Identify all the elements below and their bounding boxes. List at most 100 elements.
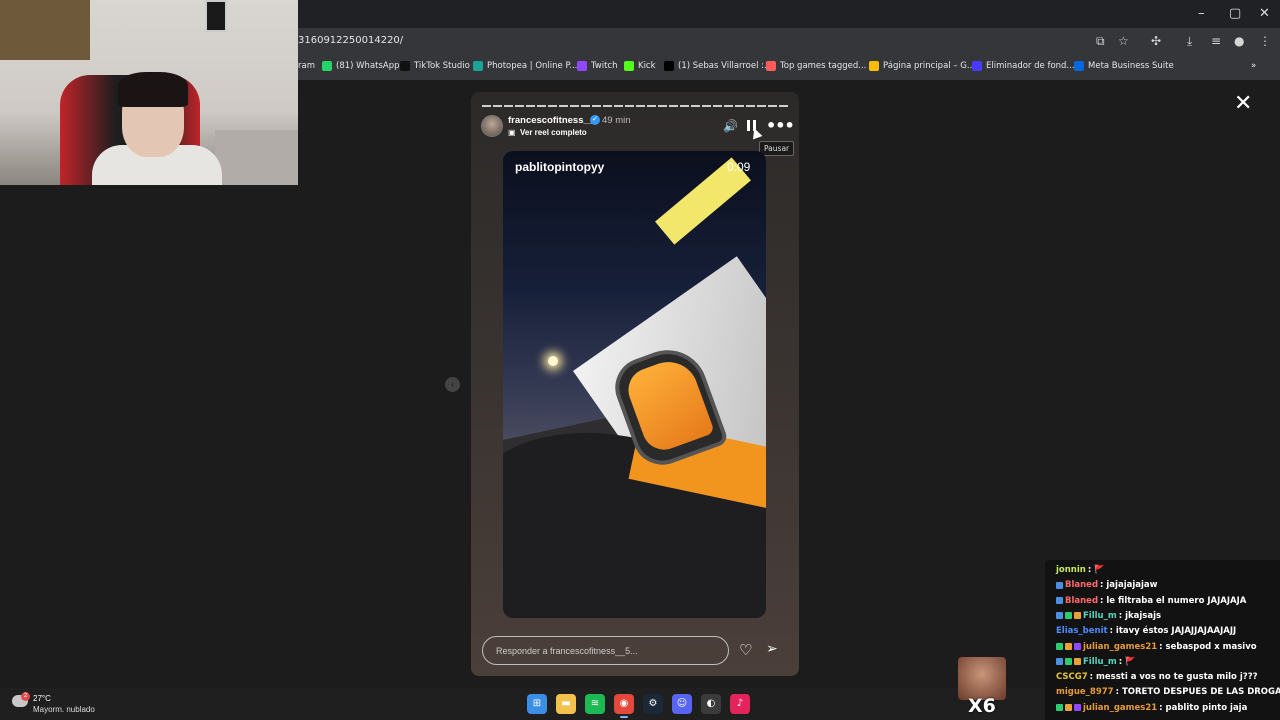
progress-segment — [504, 105, 513, 107]
view-full-reel-link[interactable]: Ver reel completo — [520, 128, 587, 137]
send-icon[interactable]: ➢ — [766, 641, 778, 657]
video-overlay-username: pablitopintopyy — [515, 160, 605, 174]
avatar[interactable] — [481, 115, 503, 137]
chrome-icon[interactable]: ◉ — [614, 694, 634, 718]
bookmark-item[interactable]: Kick — [624, 61, 656, 71]
bookmark-star-icon[interactable]: ☆ — [1118, 34, 1129, 48]
chat-message: Elias_benit: itavy éstos JAJAJJAJAAJAJJ — [1056, 626, 1236, 636]
progress-segment — [669, 105, 678, 107]
bookmark-item[interactable]: Eliminador de fond... — [972, 61, 1075, 71]
chat-text: : 🚩 — [1118, 656, 1136, 667]
more-options-icon[interactable]: ••• — [766, 116, 795, 135]
bookmark-item[interactable]: Meta Business Suite — [1074, 61, 1174, 71]
weather-condition: Mayorm. nublado — [33, 705, 95, 714]
close-window-button[interactable]: ✕ — [1259, 6, 1270, 21]
previous-story-button[interactable]: ‹ — [445, 377, 460, 392]
bookmark-label: Página principal – G... — [883, 61, 975, 71]
bookmark-item[interactable]: Photopea | Online P... — [473, 61, 577, 71]
story-video[interactable]: pablitopintopyy 0:09 — [503, 151, 766, 618]
progress-segment — [746, 105, 755, 107]
progress-segment — [757, 105, 766, 107]
progress-segment — [691, 105, 700, 107]
chat-message: CSCG7: messti a vos no te gusta milo j??… — [1056, 672, 1258, 682]
bookmark-favicon-icon — [322, 61, 332, 71]
webcam-shelf — [0, 0, 90, 60]
like-heart-icon[interactable]: ♡ — [739, 641, 752, 659]
chat-username: Fillu_m — [1083, 610, 1117, 621]
verified-badge-icon: ✓ — [590, 115, 600, 125]
bookmark-item[interactable]: ram — [298, 61, 315, 71]
chat-badge-icon — [1065, 612, 1072, 620]
progress-segment — [570, 105, 579, 107]
extensions-icon[interactable]: ✣ — [1151, 34, 1161, 48]
progress-segment — [713, 105, 722, 107]
bookmark-item[interactable]: Top games tagged... — [766, 61, 866, 71]
close-story-icon[interactable]: ✕ — [1234, 92, 1252, 116]
progress-segment — [680, 105, 689, 107]
bookmark-item[interactable]: Twitch — [577, 61, 618, 71]
volume-icon[interactable]: 🔊 — [723, 119, 738, 133]
chat-message: Blaned: le filtraba el numero JAJAJAJA — [1056, 596, 1246, 606]
chat-message: julian_games21: sebaspod x masivo — [1056, 642, 1257, 652]
chat-username: Elias_benit — [1056, 626, 1108, 637]
chat-badge-icon — [1074, 612, 1081, 620]
bookmark-item[interactable]: TikTok Studio — [400, 61, 470, 71]
bookmark-label: (1) Sebas Villarroel :... — [678, 61, 773, 71]
chat-badge-icon — [1065, 704, 1072, 712]
chat-message: jonnin: 🚩 — [1056, 565, 1105, 575]
tiktok-icon[interactable]: ♪ — [730, 694, 750, 714]
discord-icon[interactable]: ☺ — [672, 694, 692, 714]
chat-text: : 🚩 — [1087, 565, 1105, 575]
url-field[interactable]: 3160912250014220/ — [298, 35, 403, 46]
spotify-glyph: ≋ — [590, 698, 600, 709]
chat-badge-icon — [1056, 597, 1063, 605]
chat-message: julian_games21: pablito pinto jaja — [1056, 703, 1247, 713]
chat-username: Blaned — [1065, 580, 1099, 591]
progress-segment — [658, 105, 667, 107]
bookmark-item[interactable]: Página principal – G... — [869, 61, 975, 71]
bookmark-favicon-icon — [766, 61, 776, 71]
progress-segment — [779, 105, 788, 107]
chat-text: : jajajajajaw — [1100, 580, 1158, 591]
bookmark-favicon-icon — [473, 61, 483, 71]
chat-badge-icon — [1056, 612, 1063, 620]
browser-menu-icon[interactable]: ⋮ — [1259, 34, 1271, 48]
download-icon[interactable]: ⤓ — [1187, 34, 1192, 49]
minimize-button[interactable]: – — [1198, 6, 1205, 21]
chat-username: julian_games21 — [1083, 641, 1158, 652]
progress-segment — [515, 105, 524, 107]
bookmark-item[interactable]: (81) WhatsApp — [322, 61, 400, 71]
progress-segment — [636, 105, 645, 107]
maximize-button[interactable]: ▢ — [1229, 6, 1241, 21]
video-street-lamp — [548, 356, 558, 366]
windows-start-icon[interactable]: ⊞ — [527, 694, 547, 714]
webcam-overlay — [0, 0, 298, 185]
more-bookmarks-icon[interactable]: » — [1251, 61, 1256, 71]
profile-avatar-icon[interactable]: ● — [1234, 34, 1244, 48]
taskbar: ⊞ ▬ ≋ ◉ ⚙ ☺ ◐ ♪ — [527, 694, 750, 718]
obs-icon[interactable]: ◐ — [701, 694, 721, 714]
bookmark-label: (81) WhatsApp — [336, 61, 400, 71]
reply-input[interactable]: Responder a francescofitness__5... — [482, 636, 729, 665]
file-explorer-icon[interactable]: ▬ — [556, 694, 576, 714]
bookmark-favicon-icon — [664, 61, 674, 71]
chat-username: julian_games21 — [1083, 702, 1158, 713]
spotify-icon[interactable]: ≋ — [585, 694, 605, 714]
chat-badge-icon — [1074, 658, 1081, 666]
progress-segment — [647, 105, 656, 107]
chrome-glyph: ◉ — [619, 698, 629, 709]
video-overlay-timer: 0:09 — [727, 160, 751, 174]
steam-icon[interactable]: ⚙ — [643, 694, 663, 714]
bookmark-favicon-icon — [1074, 61, 1084, 71]
media-control-icon[interactable]: ≡ — [1211, 34, 1221, 48]
story-progress-bar — [482, 105, 788, 107]
story-time-ago: 49 min — [602, 115, 631, 126]
chat-badge-icon — [1056, 704, 1063, 712]
story-username[interactable]: francescofitness__5 — [508, 115, 599, 126]
bookmark-item[interactable]: (1) Sebas Villarroel :... — [664, 61, 772, 71]
progress-segment — [526, 105, 535, 107]
progress-segment — [735, 105, 744, 107]
install-app-icon[interactable]: ⧉ — [1096, 34, 1105, 49]
chat-badge-icon — [1065, 658, 1072, 666]
tiktok-glyph: ♪ — [736, 698, 744, 709]
